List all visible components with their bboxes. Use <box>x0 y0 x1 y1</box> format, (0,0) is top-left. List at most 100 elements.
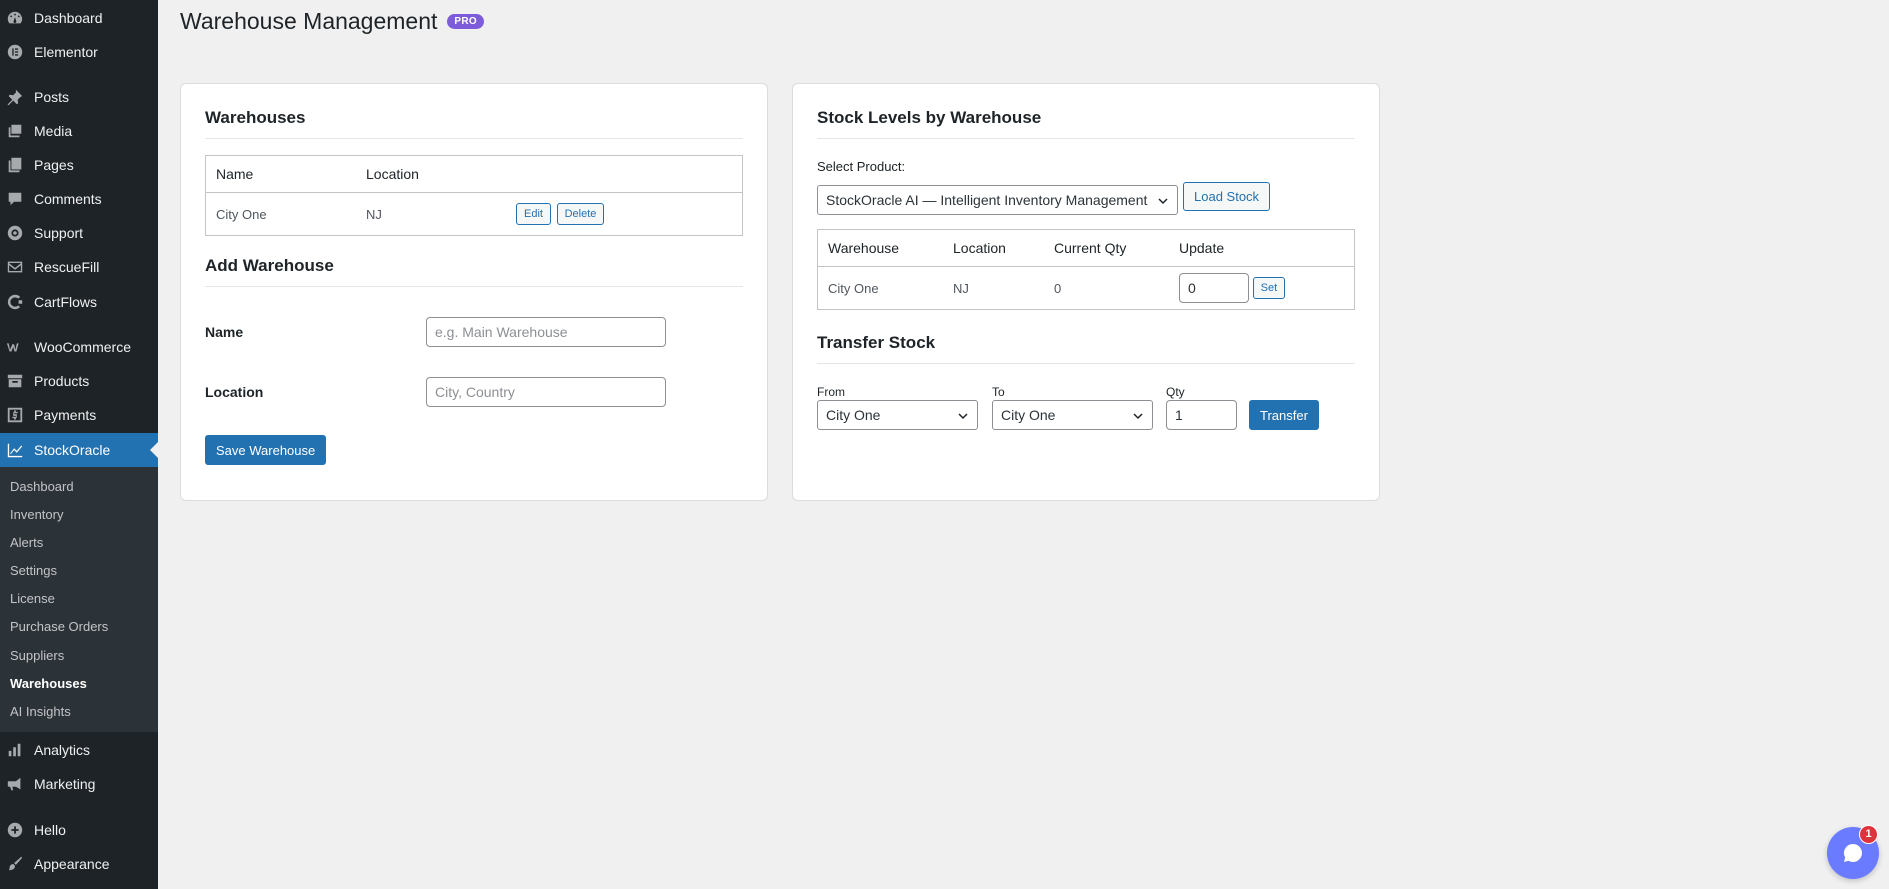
stockoracle-submenu: Dashboard Inventory Alerts Settings Lice… <box>0 467 158 732</box>
menu-elementor[interactable]: Elementor <box>0 35 158 69</box>
menu-products[interactable]: Products <box>0 364 158 398</box>
warehouses-title: Warehouses <box>205 108 743 139</box>
stock-location-cell: NJ <box>953 280 969 296</box>
dashboard-icon <box>5 8 25 28</box>
menu-label: WooCommerce <box>34 339 131 355</box>
chat-icon <box>1843 844 1862 862</box>
from-warehouse-select[interactable]: City One <box>817 400 978 430</box>
menu-label: Analytics <box>34 742 91 758</box>
submenu-dashboard[interactable]: Dashboard <box>10 477 74 497</box>
set-button[interactable]: Set <box>1252 277 1286 299</box>
plus-circle-icon <box>5 820 25 840</box>
menu-label: Hello <box>34 822 66 838</box>
table-header-row: Name Location <box>205 155 743 193</box>
warehouses-card: Warehouses Name Location City One NJ Edi… <box>180 83 768 501</box>
warehouse-name-input[interactable] <box>426 317 666 347</box>
menu-label: StockOracle <box>34 442 111 458</box>
menu-payments[interactable]: Payments <box>0 398 158 432</box>
submenu-suppliers[interactable]: Suppliers <box>10 646 64 666</box>
warehouse-location-input[interactable] <box>426 377 666 407</box>
chevron-down-icon <box>1158 198 1168 205</box>
chevron-down-icon <box>1133 413 1143 420</box>
menu-posts[interactable]: Posts <box>0 80 158 114</box>
mail-icon <box>5 257 25 277</box>
menu-dashboard[interactable]: Dashboard <box>0 1 158 35</box>
stock-table: Warehouse Location Current Qty Update Ci… <box>817 229 1355 310</box>
to-selected: City One <box>1001 407 1056 423</box>
media-icon <box>5 121 25 141</box>
warehouse-actions-cell: Edit Delete <box>506 193 743 236</box>
menu-label: Products <box>34 373 90 389</box>
menu-support[interactable]: Support <box>0 216 158 250</box>
transfer-qty-input[interactable] <box>1166 400 1237 430</box>
menu-label: Appearance <box>34 856 110 872</box>
save-warehouse-button[interactable]: Save Warehouse <box>205 435 327 465</box>
stock-warehouse-cell: City One <box>828 280 879 296</box>
column-header-current-qty: Current Qty <box>1044 229 1169 267</box>
delete-button[interactable]: Delete <box>556 203 605 225</box>
dollar-icon <box>5 405 25 425</box>
load-stock-button[interactable]: Load Stock <box>1183 182 1271 211</box>
table-row: City One NJ 0 Set <box>818 267 1355 310</box>
comment-icon <box>5 189 25 209</box>
megaphone-icon <box>5 774 25 794</box>
menu-rescuefill[interactable]: RescueFill <box>0 250 158 284</box>
submenu-inventory[interactable]: Inventory <box>10 505 63 525</box>
name-label: Name <box>205 324 244 340</box>
menu-label: Pages <box>34 157 74 173</box>
menu-appearance[interactable]: Appearance <box>0 847 158 881</box>
menu-label: Elementor <box>34 44 98 60</box>
warehouses-table: Name Location City One NJ Edit Delete <box>205 155 743 236</box>
chevron-down-icon <box>958 413 968 420</box>
transfer-stock-title: Transfer Stock <box>817 333 1355 364</box>
submenu-alerts[interactable]: Alerts <box>10 533 43 553</box>
menu-marketing[interactable]: Marketing <box>0 767 158 801</box>
table-header-row: Warehouse Location Current Qty Update <box>817 229 1355 267</box>
chart-line-icon <box>5 440 25 460</box>
support-icon <box>5 223 25 243</box>
submenu-warehouses[interactable]: Warehouses <box>10 674 87 694</box>
transfer-button[interactable]: Transfer <box>1249 400 1319 430</box>
menu-pages[interactable]: Pages <box>0 148 158 182</box>
menu-label: Comments <box>34 191 102 207</box>
column-header-location: Location <box>943 229 1044 267</box>
column-header-warehouse: Warehouse <box>817 229 943 267</box>
submenu-settings[interactable]: Settings <box>10 561 57 581</box>
menu-label: Dashboard <box>34 10 103 26</box>
menu-comments[interactable]: Comments <box>0 182 158 216</box>
submenu-license[interactable]: License <box>10 589 55 609</box>
menu-label: Marketing <box>34 776 96 792</box>
menu-label: CartFlows <box>34 294 98 310</box>
pin-icon <box>5 87 25 107</box>
pro-badge: PRO <box>447 14 484 29</box>
submenu-ai-insights[interactable]: AI Insights <box>10 702 71 722</box>
admin-sidebar: Dashboard Elementor Posts Media Pages Co… <box>0 0 158 889</box>
to-warehouse-select[interactable]: City One <box>992 400 1153 430</box>
archive-icon <box>5 371 25 391</box>
from-label: From <box>817 385 845 399</box>
column-header-actions <box>506 155 743 193</box>
bar-chart-icon <box>5 740 25 760</box>
location-label: Location <box>205 384 264 400</box>
edit-button[interactable]: Edit <box>516 203 551 225</box>
menu-cartflows[interactable]: CartFlows <box>0 285 158 319</box>
menu-label: Payments <box>34 407 97 423</box>
stock-levels-card: Stock Levels by Warehouse Select Product… <box>792 83 1380 501</box>
product-select[interactable]: StockOracle AI — Intelligent Inventory M… <box>817 185 1178 215</box>
chat-notification-badge: 1 <box>1859 825 1878 844</box>
column-header-location: Location <box>356 155 506 193</box>
menu-media[interactable]: Media <box>0 114 158 148</box>
column-header-name: Name <box>205 155 356 193</box>
menu-hello[interactable]: Hello <box>0 813 158 847</box>
menu-stockoracle[interactable]: StockOracle <box>0 433 158 467</box>
menu-woocommerce[interactable]: WooCommerce <box>0 330 158 364</box>
qty-update-input[interactable] <box>1179 273 1249 303</box>
submenu-purchase-orders[interactable]: Purchase Orders <box>10 617 108 637</box>
page-title: Warehouse Management <box>180 8 438 34</box>
to-label: To <box>992 385 1005 399</box>
stock-levels-title: Stock Levels by Warehouse <box>817 108 1355 139</box>
menu-analytics[interactable]: Analytics <box>0 733 158 767</box>
brush-icon <box>5 854 25 874</box>
warehouse-location-cell: NJ <box>366 206 382 222</box>
select-product-label: Select Product: <box>817 159 906 174</box>
